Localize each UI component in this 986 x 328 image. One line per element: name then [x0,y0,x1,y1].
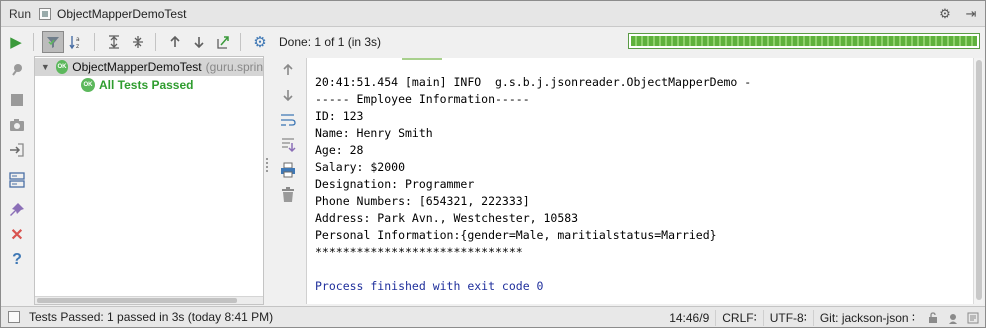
test-class-name: ObjectMapperDemoTest [72,60,202,74]
progress-fill [631,36,977,46]
status-bar-widgets: 14:46/9 CRLF∶ UTF-8∶ Git: jackson-json ∶ [663,307,981,328]
stop-icon[interactable] [6,89,28,111]
test-package-name: (guru.sprin [205,60,263,74]
close-icon[interactable]: ✕ [6,224,28,246]
console-vertical-scrollbar[interactable] [973,58,983,304]
run-side-toolbar: ✕ ? [1,56,33,306]
export-results-icon[interactable] [212,31,234,53]
print-icon[interactable] [277,159,299,181]
svg-text:z: z [76,43,79,50]
test-settings-gear-icon[interactable]: ⚙ [249,31,271,53]
layout-icon[interactable] [6,169,28,191]
caret-position[interactable]: 14:46/9 [663,310,715,326]
tree-horizontal-scrollbar[interactable] [35,296,263,304]
toolbar-separator [155,33,156,51]
collapse-all-icon[interactable] [127,31,149,53]
run-tab-title[interactable]: ObjectMapperDemoTest [57,7,186,21]
previous-failed-icon[interactable] [164,31,186,53]
clear-all-trash-icon[interactable] [277,184,299,206]
dump-threads-camera-icon[interactable] [6,114,28,136]
console-line: ----- Employee Information----- [315,92,530,106]
scroll-to-end-icon[interactable] [277,134,299,156]
console-line: Designation: Programmer [315,177,475,191]
tree-root-row[interactable]: ▼ OK ObjectMapperDemoTest (guru.sprin [35,58,263,76]
pin-tab-icon[interactable] [6,59,28,81]
test-progress-bar [628,33,980,49]
line-separator-widget[interactable]: CRLF∶ [715,309,762,326]
console-toolbar [275,59,301,209]
scroll-down-icon[interactable] [277,84,299,106]
show-passed-filter-icon[interactable] [42,31,64,53]
lock-icon[interactable] [925,310,941,326]
console-output-indicator [402,58,442,60]
hide-icon[interactable]: ⇥ [963,6,979,22]
expand-all-icon[interactable] [103,31,125,53]
run-tool-window: Run ObjectMapperDemoTest ⚙ ⇥ ▶ az ⚙ Done… [0,0,986,328]
import-tests-icon[interactable] [6,139,28,161]
scrollbar-thumb[interactable] [37,298,237,303]
event-log-icon[interactable] [965,310,981,326]
toolbar-separator [240,33,241,51]
svg-text:a: a [76,36,80,43]
soft-wrap-icon[interactable] [277,109,299,131]
test-passed-icon: OK [55,60,69,74]
inspector-icon[interactable] [945,310,961,326]
exit-code-line: Process finished with exit code 0 [315,279,544,293]
rerun-icon[interactable]: ▶ [5,31,27,53]
console-line: ****************************** [315,245,523,259]
test-toolbar: ▶ az ⚙ Done: 1 of 1 (in 3s) [1,28,985,56]
gear-settings-icon[interactable]: ⚙ [937,6,953,22]
console-line: Age: 28 [315,143,364,157]
toolbar-separator [94,33,95,51]
console-line: ID: 123 [315,109,364,123]
test-config-icon [39,7,52,20]
all-tests-passed-label: All Tests Passed [99,78,194,92]
test-tree: ▼ OK ObjectMapperDemoTest (guru.sprin OK… [34,56,264,305]
console-line: Name: Henry Smith [315,126,433,140]
encoding-widget[interactable]: UTF-8∶ [762,309,813,326]
help-icon[interactable]: ? [6,249,28,271]
run-label: Run [9,6,32,21]
console-output[interactable]: 20:41:51.454 [main] INFO g.s.b.j.jsonrea… [306,58,973,304]
vcs-branch-widget[interactable]: Git: jackson-json ∶ [812,309,921,326]
toolbar-separator [33,33,34,51]
tree-child-row[interactable]: OK All Tests Passed [81,76,194,94]
scrollbar-thumb[interactable] [976,60,982,300]
pin-icon[interactable] [6,199,28,221]
scroll-up-icon[interactable] [277,59,299,81]
status-bar: Tests Passed: 1 passed in 3s (today 8:41… [1,306,985,327]
sort-alpha-icon[interactable]: az [66,31,88,53]
console-line: 20:41:51.454 [main] INFO g.s.b.j.jsonrea… [315,75,752,89]
status-message[interactable]: Tests Passed: 1 passed in 3s (today 8:41… [29,310,273,324]
console-line: Salary: $2000 [315,160,406,174]
title-actions: ⚙ ⇥ [937,6,979,22]
console-line: Address: Park Avn., Westchester, 10583 [315,211,579,225]
console-line: Phone Numbers: [654321, 222333] [315,194,530,208]
title-bar: Run ObjectMapperDemoTest ⚙ ⇥ [1,1,985,27]
test-passed-icon: OK [81,78,95,92]
expand-arrow-icon[interactable]: ▼ [39,62,52,72]
console-line: Personal Information:{gender=Male, marit… [315,228,717,242]
tool-windows-icon[interactable] [8,311,20,323]
next-failed-icon[interactable] [188,31,210,53]
test-status-text: Done: 1 of 1 (in 3s) [279,35,382,49]
panel-splitter[interactable] [265,156,269,176]
